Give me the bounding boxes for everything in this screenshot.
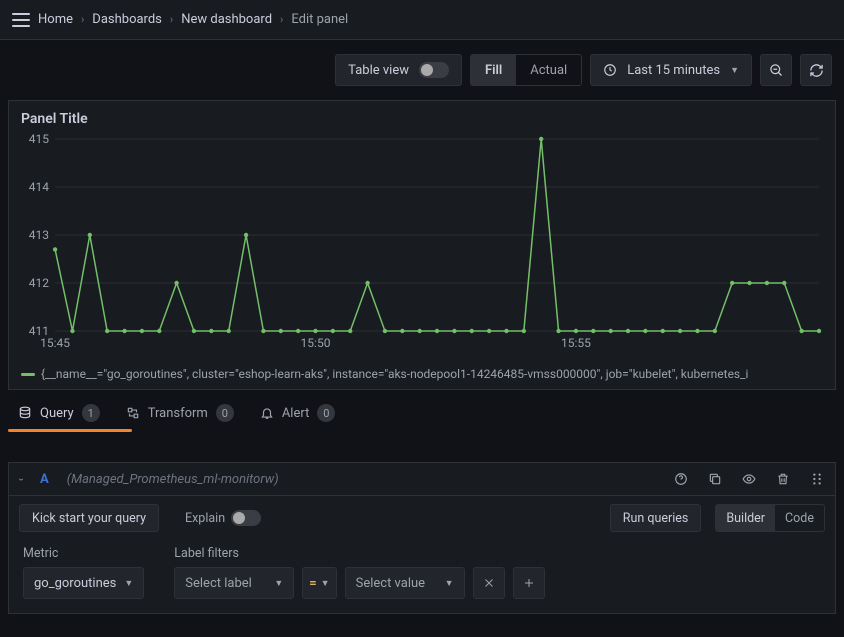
legend-series-label: {__name__="go_goroutines", cluster="esho… [41, 367, 748, 381]
bell-icon [260, 406, 274, 420]
filter-value-placeholder: Select value [356, 576, 425, 591]
label-filters-field: Label filters Select label ▼ = ▼ Select … [174, 546, 544, 599]
switch-icon [419, 62, 449, 78]
zoom-out-button[interactable] [760, 54, 792, 86]
svg-text:15:55: 15:55 [561, 336, 591, 350]
query-actions-row: Kick start your query Explain Run querie… [9, 496, 835, 540]
legend-swatch [21, 373, 35, 376]
chart-panel: Panel Title 41141241341441515:4515:5015:… [8, 100, 836, 390]
query-header: › A (Managed_Prometheus_ml-monitorw) [9, 463, 835, 496]
panel-title: Panel Title [21, 111, 823, 127]
transform-icon [126, 406, 140, 420]
explain-label: Explain [185, 511, 225, 526]
tab-count-badge: 1 [82, 404, 100, 422]
chevron-right-icon: › [280, 13, 283, 26]
mode-code-button[interactable]: Code [775, 505, 824, 531]
breadcrumb[interactable]: Dashboards [92, 12, 162, 27]
filters-label: Label filters [174, 546, 544, 561]
metric-value: go_goroutines [34, 576, 116, 591]
fit-fill-button[interactable]: Fill [471, 55, 516, 85]
query-ref-letter[interactable]: A [40, 472, 49, 487]
editor-tabs: Query 1 Transform 0 Alert 0 [0, 390, 844, 432]
query-editor-card: › A (Managed_Prometheus_ml-monitorw) Kic… [8, 462, 836, 614]
tab-transform[interactable]: Transform 0 [126, 404, 234, 432]
tab-label: Alert [282, 406, 310, 421]
fit-mode-segment: Fill Actual [470, 54, 582, 86]
chevron-down-icon: ▼ [274, 578, 283, 589]
svg-text:414: 414 [29, 180, 50, 194]
svg-text:15:45: 15:45 [40, 336, 70, 350]
tab-label: Transform [148, 406, 208, 421]
tab-label: Query [40, 406, 74, 421]
trash-icon[interactable] [775, 471, 791, 487]
collapse-toggle[interactable]: › [15, 477, 26, 480]
refresh-button[interactable] [800, 54, 832, 86]
tab-count-badge: 0 [216, 404, 234, 422]
run-queries-button[interactable]: Run queries [610, 504, 702, 532]
drag-handle-icon[interactable] [809, 471, 825, 487]
menu-icon[interactable] [12, 13, 30, 27]
metric-dropdown[interactable]: go_goroutines ▼ [23, 567, 144, 599]
time-range-picker[interactable]: Last 15 minutes ▼ [590, 54, 752, 86]
tab-count-badge: 0 [317, 404, 335, 422]
filter-operator: = [309, 576, 316, 591]
visibility-icon[interactable] [741, 471, 757, 487]
filter-label-placeholder: Select label [185, 576, 252, 591]
query-builder-row: Metric go_goroutines ▼ Label filters Sel… [9, 540, 835, 613]
chevron-right-icon: › [170, 13, 173, 26]
plus-icon [523, 577, 535, 589]
kick-start-button[interactable]: Kick start your query [19, 504, 159, 532]
database-icon [18, 406, 32, 420]
table-view-toggle[interactable]: Table view [335, 54, 462, 86]
svg-text:412: 412 [29, 276, 50, 290]
chart-area[interactable]: 41141241341441515:4515:5015:55 [21, 133, 823, 363]
svg-text:15:50: 15:50 [301, 336, 331, 350]
chevron-down-icon: ▼ [730, 65, 739, 76]
help-icon[interactable] [673, 471, 689, 487]
table-view-label: Table view [348, 63, 409, 78]
copy-icon[interactable] [707, 471, 723, 487]
metric-field: Metric go_goroutines ▼ [23, 546, 144, 599]
editor-mode-segment: Builder Code [715, 504, 825, 532]
tab-alert[interactable]: Alert 0 [260, 404, 336, 432]
breadcrumb: Edit panel [291, 12, 348, 27]
chevron-down-icon: ▼ [445, 578, 454, 589]
chart-legend[interactable]: {__name__="go_goroutines", cluster="esho… [21, 367, 823, 381]
close-icon [483, 577, 495, 589]
filter-label-dropdown[interactable]: Select label ▼ [174, 567, 294, 599]
breadcrumb[interactable]: New dashboard [181, 12, 272, 27]
clock-icon [603, 63, 617, 77]
tab-underline [8, 429, 132, 432]
top-nav: Home › Dashboards › New dashboard › Edit… [0, 0, 844, 40]
explain-toggle[interactable]: Explain [173, 504, 273, 532]
metric-label: Metric [23, 546, 144, 561]
fit-actual-button[interactable]: Actual [516, 55, 581, 85]
refresh-icon [809, 63, 824, 78]
line-chart: 41141241341441515:4515:5015:55 [21, 133, 823, 363]
tab-query[interactable]: Query 1 [18, 404, 100, 432]
add-filter-button[interactable] [513, 567, 545, 599]
switch-icon [231, 510, 261, 526]
chevron-down-icon: ▼ [124, 578, 133, 589]
remove-filter-button[interactable] [473, 567, 505, 599]
filter-operator-dropdown[interactable]: = ▼ [302, 567, 336, 599]
chevron-right-icon: › [81, 13, 84, 26]
svg-text:415: 415 [29, 133, 50, 146]
chevron-down-icon: ▼ [321, 578, 330, 589]
breadcrumb[interactable]: Home [38, 12, 73, 27]
mode-builder-button[interactable]: Builder [716, 505, 775, 531]
svg-text:413: 413 [29, 228, 49, 242]
panel-toolbar: Table view Fill Actual Last 15 minutes ▼ [0, 40, 844, 100]
zoom-out-icon [769, 63, 784, 78]
query-datasource-label: (Managed_Prometheus_ml-monitorw) [67, 472, 279, 487]
filter-value-dropdown[interactable]: Select value ▼ [345, 567, 465, 599]
time-range-label: Last 15 minutes [627, 63, 720, 78]
